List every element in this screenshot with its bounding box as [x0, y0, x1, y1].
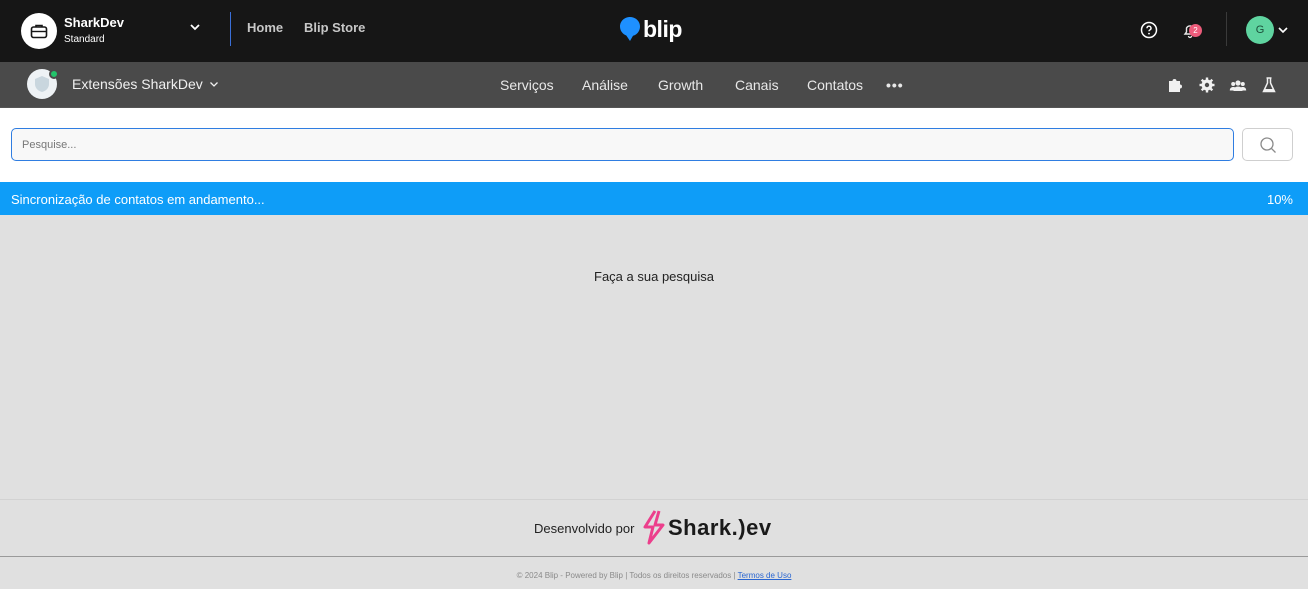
bot-nav-bar: Extensões SharkDev Serviços Análise Grow… [0, 62, 1308, 108]
menu-contatos[interactable]: Contatos [807, 77, 863, 93]
chevron-down-icon[interactable] [1277, 24, 1289, 36]
chevron-down-icon[interactable] [188, 20, 202, 34]
menu-canais[interactable]: Canais [735, 77, 779, 93]
user-avatar[interactable]: G [1246, 16, 1274, 44]
empty-state-message: Faça a sua pesquisa [594, 269, 714, 284]
help-icon[interactable] [1140, 21, 1158, 39]
sync-percent: 10% [1266, 192, 1293, 207]
puzzle-icon[interactable] [1166, 76, 1184, 94]
copyright-text: © 2024 Blip - Powered by Blip | Todos os… [516, 571, 736, 580]
nav-home-link[interactable]: Home [247, 20, 283, 35]
users-icon[interactable] [1229, 76, 1247, 94]
menu-servicos[interactable]: Serviços [500, 77, 554, 93]
sharkdev-logo-icon [643, 510, 665, 545]
search-button[interactable] [1242, 128, 1293, 161]
terms-link[interactable]: Termos de Uso [738, 571, 792, 580]
logo-text: blip [643, 15, 682, 42]
online-status-dot [49, 69, 59, 79]
bot-name: Extensões SharkDev [72, 76, 203, 92]
org-name[interactable]: SharkDev [64, 15, 124, 30]
sync-progress-bar: Sincronização de contatos em andamento..… [0, 182, 1308, 215]
bot-selector[interactable]: Extensões SharkDev [72, 76, 219, 92]
divider [1226, 12, 1227, 46]
divider [230, 12, 231, 46]
blip-bubble-icon [620, 17, 640, 41]
search-area [0, 108, 1308, 182]
gear-icon[interactable] [1198, 76, 1216, 94]
menu-analise[interactable]: Análise [582, 77, 628, 93]
sync-status-label: Sincronização de contatos em andamento..… [11, 192, 265, 207]
more-options-icon[interactable]: ••• [886, 77, 904, 93]
org-plan: Standard [64, 34, 105, 45]
search-input[interactable] [11, 128, 1234, 161]
briefcase-icon[interactable] [21, 13, 57, 49]
developed-by-label: Desenvolvido por [534, 521, 635, 536]
search-icon [1259, 136, 1276, 153]
notification-badge: 2 [1189, 24, 1202, 37]
flask-icon[interactable] [1260, 76, 1278, 94]
blip-logo[interactable]: blip [619, 14, 682, 44]
sharkdev-logo-text: Shark.)ev [668, 515, 772, 540]
developer-footer: Desenvolvido por Shark.)ev [0, 499, 1308, 557]
nav-blip-store-link[interactable]: Blip Store [304, 20, 365, 35]
top-bar: SharkDev Standard Home Blip Store blip 2… [0, 0, 1308, 62]
chevron-down-icon [209, 82, 218, 87]
copyright-footer: © 2024 Blip - Powered by Blip | Todos os… [0, 571, 1308, 580]
menu-growth[interactable]: Growth [658, 77, 703, 93]
